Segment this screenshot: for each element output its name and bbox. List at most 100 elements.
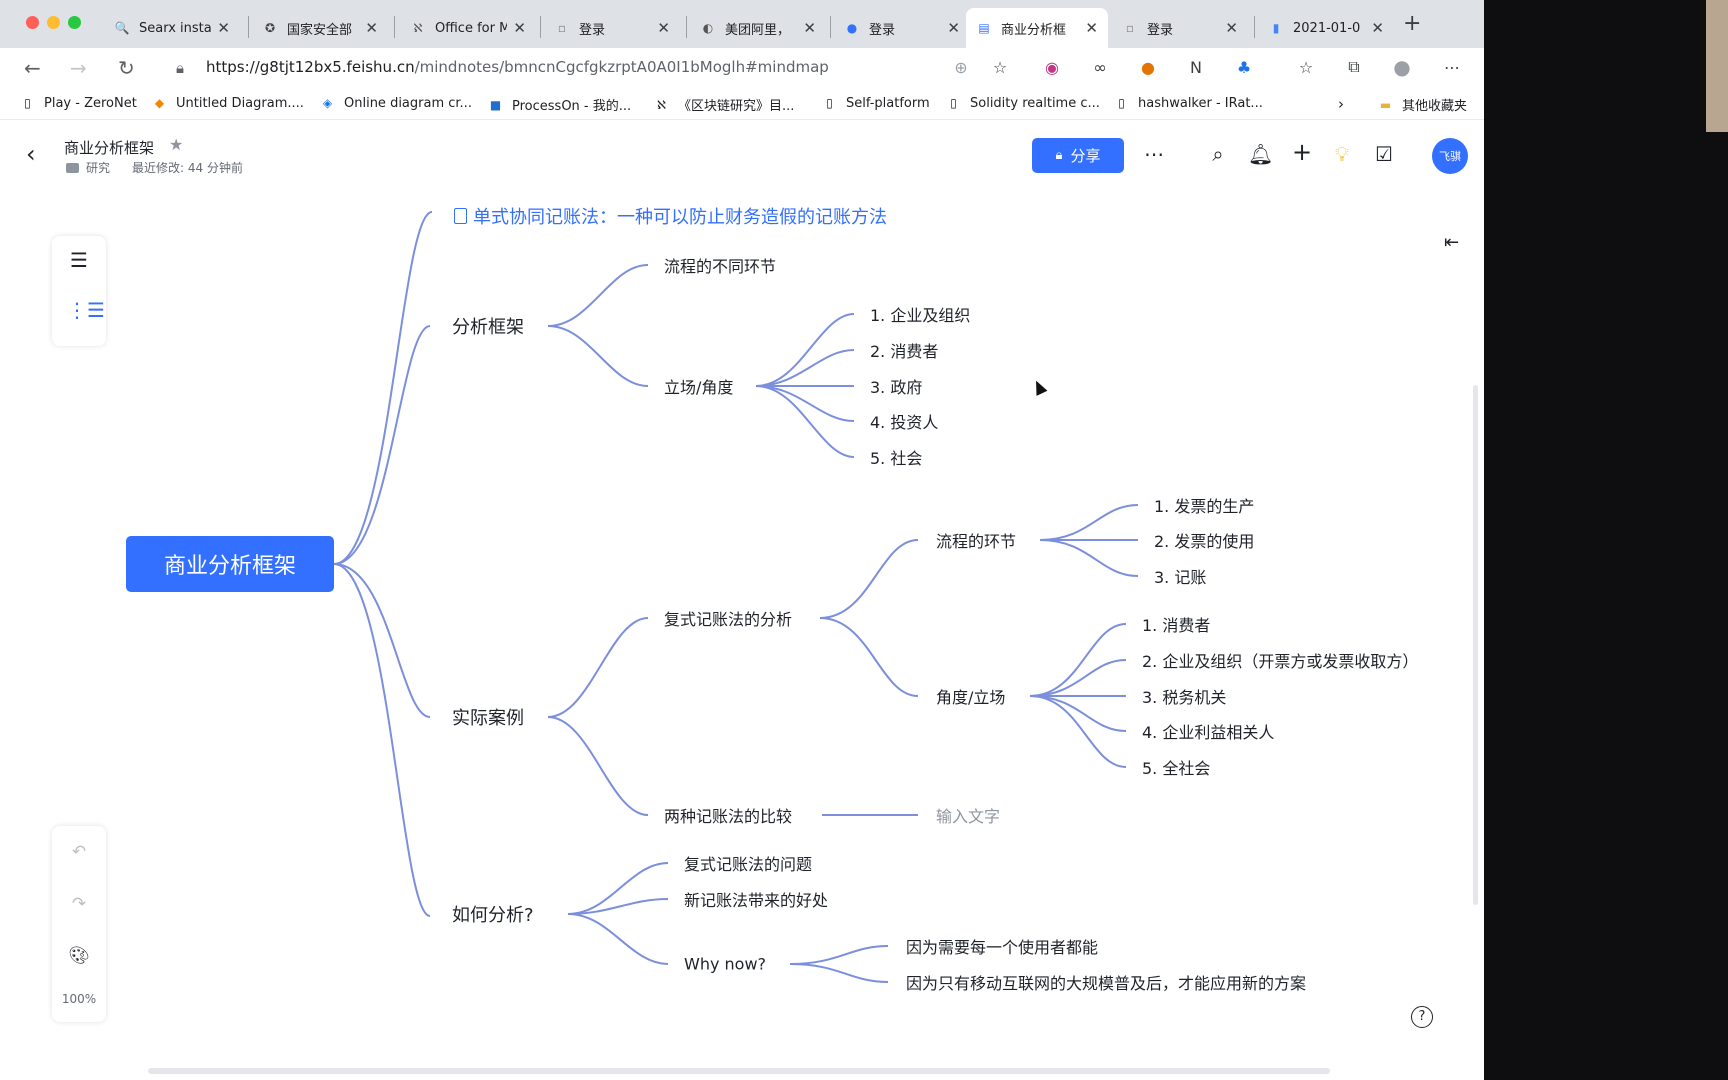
node-compare[interactable]: 两种记账法的比较 — [664, 803, 792, 827]
page-title[interactable]: 商业分析框架 — [64, 137, 154, 158]
tab-close-icon[interactable]: ✕ — [1225, 19, 1238, 37]
plus-icon[interactable]: + — [1290, 138, 1314, 166]
node-why-item[interactable]: 因为只有移动互联网的大规模普及后，才能应用新的方案 — [906, 970, 1306, 994]
node-stance-item[interactable]: 1. 企业及组织 — [870, 302, 970, 326]
mindmap-view-icon[interactable]: ⋮☰ — [67, 298, 105, 322]
node-angle[interactable]: 角度/立场 — [936, 684, 1005, 708]
node-why-item[interactable]: 因为需要每一个使用者都能 — [906, 934, 1098, 958]
bookmarks-overflow-chevron-icon[interactable]: › — [1338, 95, 1344, 113]
tab-national-security[interactable]: ✪ 国家安全部 ✕ — [252, 8, 388, 48]
node-stance-item[interactable]: 2. 消费者 — [870, 338, 938, 362]
bookmark-solidity[interactable]: ▯ Solidity realtime c... — [946, 95, 1100, 111]
minimize-window-button[interactable] — [47, 16, 60, 29]
pin-extension-icon[interactable]: ♣ — [1234, 57, 1254, 77]
back-arrow-icon[interactable]: ← — [24, 56, 41, 80]
bookmark-online-diagram[interactable]: ◈ Online diagram cr... — [320, 95, 472, 111]
tab-close-icon[interactable]: ✕ — [1371, 19, 1384, 37]
node-stance-item[interactable]: 4. 投资人 — [870, 409, 938, 433]
tab-close-icon[interactable]: ✕ — [803, 19, 816, 37]
horizontal-scrollbar[interactable] — [148, 1068, 1330, 1074]
node-framework[interactable]: 分析框架 — [452, 313, 524, 339]
mindmap-root-node[interactable]: 商业分析框架 — [126, 536, 334, 592]
zoom-window-button[interactable] — [68, 16, 81, 29]
share-button[interactable]: 🔒︎ 分享 — [1032, 138, 1124, 173]
collections-icon[interactable]: ⧉ — [1344, 57, 1364, 77]
bell-icon[interactable]: 🔔︎ — [1248, 142, 1273, 166]
star-icon[interactable]: ★ — [169, 135, 183, 154]
lightbulb-icon[interactable]: 💡︎ — [1330, 142, 1354, 166]
tab-office[interactable]: ℵ Office for M ✕ — [400, 8, 536, 48]
bookmark-self-platform[interactable]: ▯ Self-platform — [822, 95, 929, 111]
help-icon[interactable]: ? — [1411, 1006, 1433, 1028]
tab-close-icon[interactable]: ✕ — [217, 19, 230, 37]
bookmark-zeronet[interactable]: ▯ Play - ZeroNet — [20, 95, 137, 111]
folder-label[interactable]: 研究 — [86, 159, 110, 176]
notion-extension-icon[interactable]: N — [1186, 57, 1206, 77]
node-process-item[interactable]: 2. 发票的使用 — [1154, 528, 1254, 552]
tab-login-2[interactable]: ● 登录 ✕ — [834, 8, 970, 48]
mindmap-canvas[interactable]: 单式协同记账法：一种可以防止财务造假的记账方法 商业分析框架 分析框架 流程的不… — [0, 190, 1484, 1080]
redo-icon[interactable]: ↷ — [52, 894, 106, 914]
zoom-level[interactable]: 100% — [52, 992, 106, 1006]
node-stance[interactable]: 立场/角度 — [664, 374, 733, 398]
node-angle-item[interactable]: 3. 税务机关 — [1142, 684, 1226, 708]
node-process-item[interactable]: 3. 记账 — [1154, 564, 1206, 588]
coin-extension-icon[interactable]: ● — [1138, 57, 1158, 77]
tab-close-icon[interactable]: ✕ — [365, 19, 378, 37]
avatar[interactable]: 飞骐 — [1432, 138, 1468, 174]
node-how-item[interactable]: 复式记账法的问题 — [684, 851, 812, 875]
new-tab-button[interactable]: + — [1403, 11, 1421, 36]
close-window-button[interactable] — [26, 16, 39, 29]
tab-close-icon[interactable]: ✕ — [947, 19, 960, 37]
more-options-icon[interactable]: ⋯ — [1142, 142, 1166, 166]
collapse-panel-icon[interactable]: ⇤ — [1444, 232, 1459, 253]
infinity-extension-icon[interactable]: ∞ — [1090, 57, 1110, 77]
tab-google-doc[interactable]: ▮ 2021-01-0 ✕ — [1258, 8, 1394, 48]
lock-icon[interactable]: 🔒︎ — [176, 59, 184, 77]
node-angle-item[interactable]: 2. 企业及组织（开票方或发票收取方） — [1142, 648, 1418, 672]
tab-login-1[interactable]: ▫ 登录 ✕ — [544, 8, 680, 48]
bookmark-star-icon[interactable]: ☆ — [990, 57, 1010, 77]
list-icon[interactable]: ☰ — [67, 248, 91, 272]
node-process-links[interactable]: 流程的环节 — [936, 528, 1016, 552]
instagram-extension-icon[interactable]: ◉ — [1042, 57, 1062, 77]
node-angle-item[interactable]: 1. 消费者 — [1142, 612, 1210, 636]
node-how-item[interactable]: 新记账法带来的好处 — [684, 887, 828, 911]
other-bookmarks-folder[interactable]: ▬ 其他收藏夹 — [1378, 95, 1467, 115]
undo-icon[interactable]: ↶ — [52, 842, 106, 862]
palette-icon[interactable]: 🎨︎ — [52, 946, 106, 966]
node-process-stages[interactable]: 流程的不同环节 — [664, 253, 776, 277]
back-chevron-icon[interactable]: ‹ — [26, 140, 36, 168]
checkbox-icon[interactable]: ☑ — [1372, 142, 1396, 166]
tab-close-icon[interactable]: ✕ — [657, 19, 670, 37]
url-field[interactable]: https://g8tjt12bx5.feishu.cn/mindnotes/b… — [206, 58, 829, 76]
bookmark-blockchain-research[interactable]: ℵ 《区块链研究》目... — [654, 95, 794, 115]
node-text-placeholder[interactable]: 输入文字 — [936, 803, 1000, 827]
forward-arrow-icon[interactable]: → — [70, 56, 87, 80]
linked-doc-node[interactable]: 单式协同记账法：一种可以防止财务造假的记账方法 — [454, 203, 887, 229]
tab-meituan[interactable]: ◐ 美团阿里， ✕ — [690, 8, 826, 48]
node-stance-item[interactable]: 3. 政府 — [870, 374, 922, 398]
tab-close-icon[interactable]: ✕ — [1085, 19, 1098, 37]
bookmark-hashwalker[interactable]: ▯ hashwalker - IRat... — [1114, 95, 1263, 111]
favorites-icon[interactable]: ☆ — [1296, 57, 1316, 77]
node-angle-item[interactable]: 5. 全社会 — [1142, 755, 1210, 779]
tab-login-3[interactable]: ▫ 登录 ✕ — [1112, 8, 1248, 48]
node-angle-item[interactable]: 4. 企业利益相关人 — [1142, 719, 1274, 743]
vertical-scrollbar[interactable] — [1473, 385, 1478, 905]
node-why-now[interactable]: Why now? — [684, 955, 766, 974]
reload-icon[interactable]: ↻ — [118, 56, 135, 80]
profile-avatar-icon[interactable]: ● — [1392, 55, 1412, 79]
tab-close-icon[interactable]: ✕ — [513, 19, 526, 37]
node-case[interactable]: 实际案例 — [452, 704, 524, 730]
tab-business-framework[interactable]: ▤ 商业分析框 ✕ — [966, 8, 1108, 48]
node-stance-item[interactable]: 5. 社会 — [870, 445, 922, 469]
bookmark-processon[interactable]: ■ ProcessOn - 我的... — [488, 95, 631, 115]
node-process-item[interactable]: 1. 发票的生产 — [1154, 493, 1254, 517]
node-double-entry-analysis[interactable]: 复式记账法的分析 — [664, 606, 792, 630]
search-icon[interactable]: ⌕ — [1206, 142, 1230, 166]
node-how[interactable]: 如何分析? — [452, 901, 534, 927]
add-site-icon[interactable]: ⊕ — [951, 57, 971, 77]
tab-searx[interactable]: 🔍 Searx insta ✕ — [104, 8, 240, 48]
more-menu-icon[interactable]: ⋯ — [1442, 57, 1462, 77]
